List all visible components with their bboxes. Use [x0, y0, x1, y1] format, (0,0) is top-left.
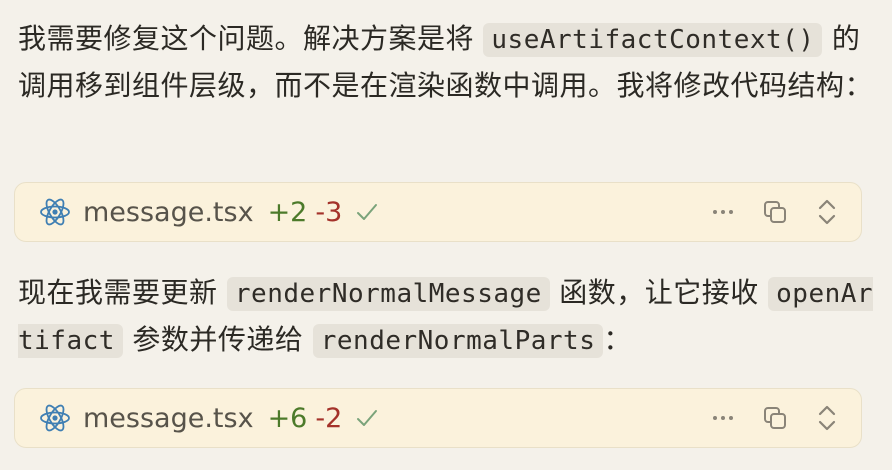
- file-name[interactable]: message.tsx: [83, 197, 254, 228]
- assistant-message-1: 我需要修复这个问题。解决方案是将 useArtifactContext() 的调…: [18, 16, 878, 109]
- inline-code: renderNormalParts: [312, 324, 604, 358]
- expand-collapse-icon[interactable]: [805, 396, 849, 440]
- file-name[interactable]: message.tsx: [83, 403, 254, 434]
- message-text: 现在我需要更新: [18, 276, 227, 309]
- lines-removed: -3: [315, 196, 343, 228]
- check-icon: [354, 199, 380, 225]
- assistant-message-2: 现在我需要更新 renderNormalMessage 函数，让它接收 open…: [18, 270, 878, 364]
- message-text: 我需要修复这个问题。解决方案是将: [18, 22, 484, 55]
- copy-icon[interactable]: [753, 396, 797, 440]
- message-text: 函数，让它接收: [549, 276, 769, 309]
- lines-added: +6: [267, 402, 308, 434]
- expand-collapse-icon[interactable]: [805, 190, 849, 234]
- lines-added: +2: [267, 196, 308, 228]
- react-icon: [39, 402, 71, 434]
- lines-removed: -2: [315, 402, 343, 434]
- message-text: 参数并传递给: [122, 323, 313, 356]
- check-icon: [354, 405, 380, 431]
- more-icon[interactable]: [701, 396, 745, 440]
- react-icon: [39, 196, 71, 228]
- file-change-card[interactable]: message.tsx +6 -2: [14, 388, 862, 448]
- inline-code: useArtifactContext(): [483, 23, 823, 57]
- copy-icon[interactable]: [753, 190, 797, 234]
- chat-transcript: 我需要修复这个问题。解决方案是将 useArtifactContext() 的调…: [0, 0, 892, 470]
- more-icon[interactable]: [701, 190, 745, 234]
- inline-code: renderNormalMessage: [226, 277, 550, 311]
- file-change-card[interactable]: message.tsx +2 -3: [14, 182, 862, 242]
- message-text: ：: [603, 323, 632, 356]
